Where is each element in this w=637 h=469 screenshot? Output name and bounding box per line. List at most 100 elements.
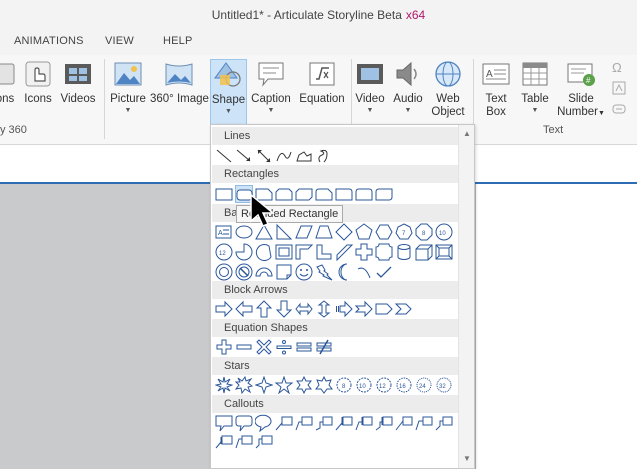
rectangular-callout-shape[interactable]	[215, 414, 233, 432]
icons-partial-button[interactable]: ons	[0, 59, 18, 106]
star-32-point-shape[interactable]: 32	[435, 376, 453, 394]
no-symbol-shape[interactable]	[235, 263, 253, 281]
hexagon-shape[interactable]	[375, 223, 393, 241]
scroll-down-icon[interactable]: ▼	[462, 454, 472, 464]
star-10-point-shape[interactable]: 10	[355, 376, 373, 394]
line-callout-border-1-shape[interactable]	[395, 414, 413, 432]
double-arrow-line-shape[interactable]	[255, 147, 273, 165]
l-shape[interactable]	[315, 243, 333, 261]
web-object-button[interactable]: Web Object	[428, 59, 468, 119]
block-arc-shape[interactable]	[255, 263, 273, 281]
scroll-up-icon[interactable]: ▲	[462, 129, 472, 139]
star-12-point-shape[interactable]: 12	[375, 376, 393, 394]
star-8-point-shape[interactable]: 8	[335, 376, 353, 394]
slide-number-button[interactable]: # Slide Number▼	[556, 59, 606, 120]
cube-shape[interactable]	[415, 243, 433, 261]
right-arrow-shape[interactable]	[215, 300, 233, 318]
line-callout-no-border-3-shape[interactable]	[255, 433, 273, 451]
parallelogram-shape[interactable]	[295, 223, 313, 241]
line-callout-1-shape[interactable]	[275, 414, 293, 432]
frame-shape[interactable]	[275, 243, 293, 261]
star-24-point-shape[interactable]: 24	[415, 376, 433, 394]
line-callout-3-shape[interactable]	[315, 414, 333, 432]
diamond-shape[interactable]	[335, 223, 353, 241]
star-7-point-shape[interactable]	[315, 376, 333, 394]
line-callout-no-border-1-shape[interactable]	[215, 433, 233, 451]
star-4-point-shape[interactable]	[255, 376, 273, 394]
line-callout-accent-2-shape[interactable]	[355, 414, 373, 432]
lightning-bolt-shape[interactable]	[315, 263, 333, 281]
curve-shape[interactable]	[275, 147, 293, 165]
formula-icon[interactable]	[612, 81, 628, 97]
math-not-equal-shape[interactable]	[315, 338, 333, 356]
star-5-point-shape[interactable]	[275, 376, 293, 394]
bevel-shape[interactable]	[435, 243, 453, 261]
math-multiply-shape[interactable]	[255, 338, 273, 356]
star-16-point-shape[interactable]: 16	[395, 376, 413, 394]
decagon-shape[interactable]: 10	[435, 223, 453, 241]
plaque-shape[interactable]	[375, 243, 393, 261]
360-image-button[interactable]: 360° Image	[150, 59, 209, 106]
round-corner-rectangle-shape[interactable]	[335, 185, 353, 203]
audio-button[interactable]: Audio ▼	[391, 59, 425, 116]
oval-callout-shape[interactable]	[255, 414, 273, 432]
math-minus-shape[interactable]	[235, 338, 253, 356]
pentagon-arrow-shape[interactable]	[375, 300, 393, 318]
math-divide-shape[interactable]	[275, 338, 293, 356]
up-arrow-shape[interactable]	[255, 300, 273, 318]
donut-shape[interactable]	[215, 263, 233, 281]
tab-view[interactable]: VIEW	[105, 35, 134, 47]
left-arrow-shape[interactable]	[235, 300, 253, 318]
snip-round-rectangle-shape[interactable]	[315, 185, 333, 203]
rounded-rectangular-callout-shape[interactable]	[235, 414, 253, 432]
plus-shape[interactable]	[355, 243, 373, 261]
line-shape[interactable]	[215, 147, 233, 165]
table-button[interactable]: Table ▼	[518, 59, 552, 116]
line-callout-border-2-shape[interactable]	[415, 414, 433, 432]
line-callout-no-border-2-shape[interactable]	[235, 433, 253, 451]
text-box-button[interactable]: A Text Box	[478, 59, 514, 119]
math-equal-shape[interactable]	[295, 338, 313, 356]
equation-button[interactable]: Equation	[297, 59, 347, 106]
gallery-scrollbar[interactable]: ▲ ▼	[458, 125, 474, 468]
videos-button[interactable]: Videos	[58, 59, 98, 106]
left-right-arrow-shape[interactable]	[295, 300, 313, 318]
half-frame-shape[interactable]	[295, 243, 313, 261]
arc-shape[interactable]	[355, 263, 373, 281]
tab-animations[interactable]: ANIMATIONS	[14, 35, 84, 47]
notched-right-arrow-shape[interactable]	[355, 300, 373, 318]
octagon-shape[interactable]: 8	[415, 223, 433, 241]
scribble-shape[interactable]	[315, 147, 333, 165]
smiley-face-shape[interactable]	[295, 263, 313, 281]
round-diagonal-rectangle-shape[interactable]	[375, 185, 393, 203]
trapezoid-shape[interactable]	[315, 223, 333, 241]
slide-canvas[interactable]	[476, 184, 637, 469]
caption-button[interactable]: Caption ▼	[250, 59, 292, 116]
heptagon-shape[interactable]: 7	[395, 223, 413, 241]
up-down-arrow-shape[interactable]	[315, 300, 333, 318]
shape-button[interactable]: Shape ▼	[210, 59, 247, 129]
icons-button[interactable]: Icons	[22, 59, 54, 106]
picture-button[interactable]: Picture ▼	[108, 59, 148, 116]
folded-corner-shape[interactable]	[275, 263, 293, 281]
snip-diagonal-rectangle-shape[interactable]	[295, 185, 313, 203]
link-icon[interactable]	[612, 102, 628, 118]
round-same-side-rectangle-shape[interactable]	[355, 185, 373, 203]
line-callout-accent-1-shape[interactable]	[335, 414, 353, 432]
pie-shape[interactable]	[235, 243, 253, 261]
line-callout-accent-3-shape[interactable]	[375, 414, 393, 432]
can-shape[interactable]	[395, 243, 413, 261]
dodecagon-shape[interactable]: 12	[215, 243, 233, 261]
moon-shape[interactable]	[335, 263, 353, 281]
explosion-1-shape[interactable]	[215, 376, 233, 394]
striped-right-arrow-shape[interactable]	[335, 300, 353, 318]
down-arrow-shape[interactable]	[275, 300, 293, 318]
star-6-point-shape[interactable]	[295, 376, 313, 394]
freeform-shape[interactable]	[295, 147, 313, 165]
chord-shape[interactable]	[255, 243, 273, 261]
diagonal-stripe-shape[interactable]	[335, 243, 353, 261]
text-box-shape[interactable]: A	[215, 223, 233, 241]
tab-help[interactable]: HELP	[163, 35, 193, 47]
line-callout-2-shape[interactable]	[295, 414, 313, 432]
check-shape[interactable]	[375, 263, 393, 281]
